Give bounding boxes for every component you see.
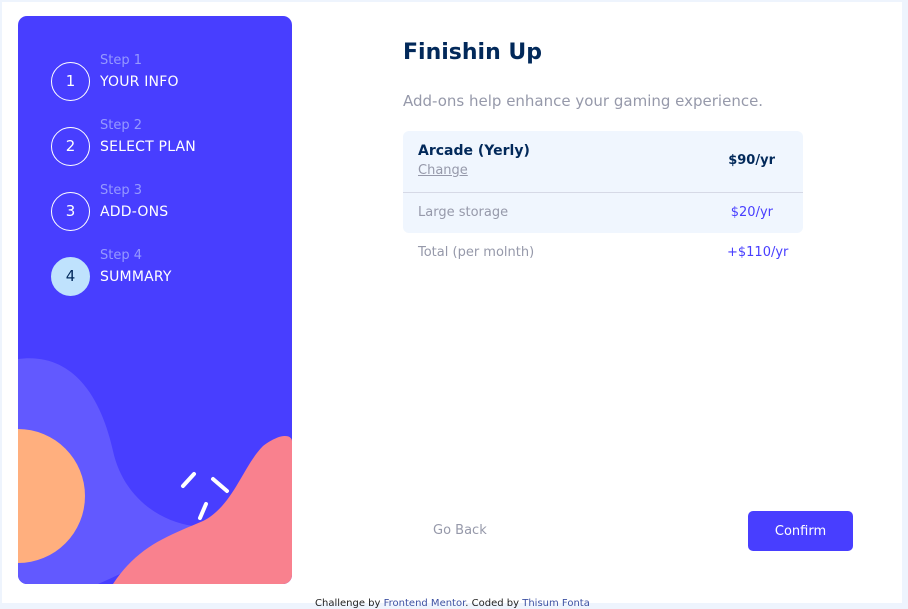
step-caption-1: Step 1	[100, 53, 143, 68]
total-value: +$110/yr	[727, 245, 789, 260]
step-title-2: SELECT PLAN	[100, 139, 196, 155]
step-number-4-active: 4	[51, 257, 90, 296]
order-summary: Arcade (Yerly) Change $90/yr Large stora…	[403, 131, 803, 233]
attribution-middle: . Coded by	[465, 598, 523, 609]
step-title-1: YOUR INFO	[100, 74, 179, 90]
attribution: Challenge by Frontend Mentor. Coded by T…	[315, 598, 590, 609]
frontend-mentor-link[interactable]: Frontend Mentor	[384, 598, 466, 609]
addon-name: Large storage	[418, 205, 509, 220]
author-link[interactable]: Thisum Fonta	[522, 598, 590, 609]
step-caption-3: Step 3	[100, 183, 143, 198]
step-number-1: 1	[51, 62, 90, 101]
go-back-button[interactable]: Go Back	[433, 523, 487, 538]
sidebar-step-1: 1 Step 1 YOUR INFO	[51, 53, 271, 104]
total-label: Total (per molnth)	[418, 245, 535, 260]
step-number-3: 3	[51, 192, 90, 231]
step-number-2: 2	[51, 127, 90, 166]
change-plan-link[interactable]: Change	[418, 163, 468, 178]
sidebar-step-4: 4 Step 4 SUMMARY	[51, 248, 271, 299]
sidebar-step-3: 3 Step 3 ADD-ONS	[51, 183, 271, 234]
plan-name: Arcade (Yerly)	[418, 143, 530, 159]
step-title-3: ADD-ONS	[100, 204, 169, 220]
summary-divider	[403, 192, 803, 193]
step-caption-2: Step 2	[100, 118, 143, 133]
sidebar-step-2: 2 Step 2 SELECT PLAN	[51, 118, 271, 169]
addon-price: $20/yr	[730, 205, 773, 220]
sidebar: 1 Step 1 YOUR INFO 2 Step 2 SELECT PLAN …	[18, 16, 292, 584]
confirm-button[interactable]: Confirm	[748, 511, 853, 551]
page-title: Finishin Up	[403, 40, 543, 65]
attribution-prefix: Challenge by	[315, 598, 384, 609]
page-description: Add-ons help enhance your gaming experie…	[403, 92, 764, 110]
plan-price: $90/yr	[728, 153, 775, 168]
step-caption-4: Step 4	[100, 248, 143, 263]
step-title-4: SUMMARY	[100, 269, 172, 285]
